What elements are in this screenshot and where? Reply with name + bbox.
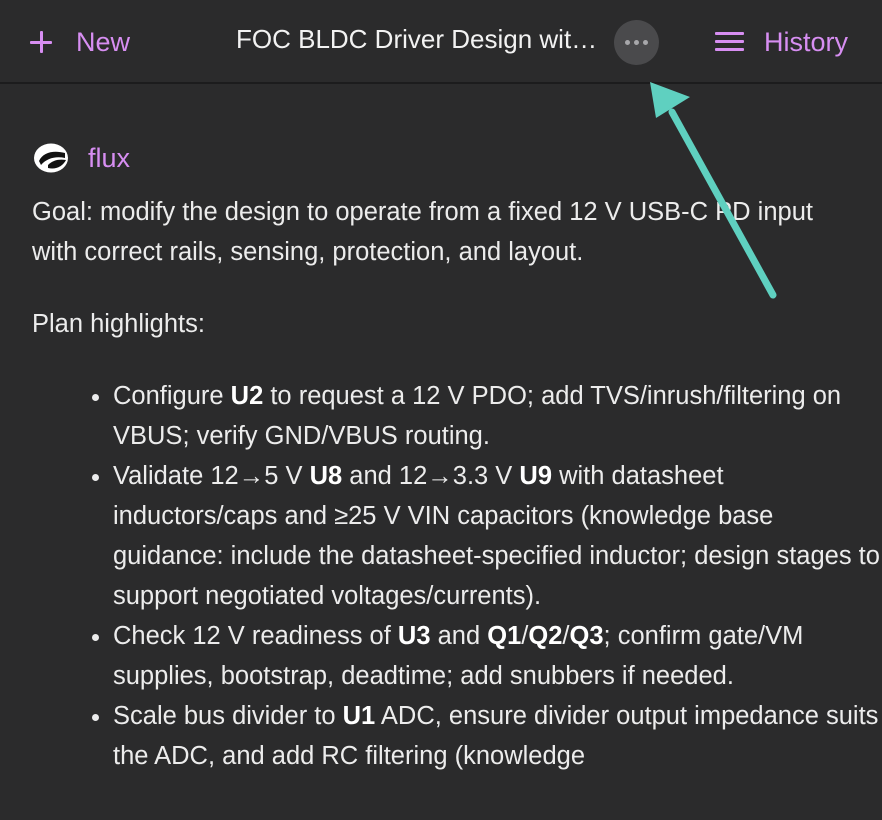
chat-title: FOC BLDC Driver Design with USB-C PD 12 … bbox=[236, 24, 604, 54]
history-button-label: History bbox=[764, 26, 849, 57]
highlight-text: Validate 12→5 V bbox=[113, 462, 310, 490]
component-reference: U9 bbox=[519, 462, 553, 490]
message-author: flux bbox=[32, 141, 130, 175]
flux-logo-icon bbox=[34, 143, 68, 173]
plus-icon bbox=[28, 29, 54, 55]
history-button[interactable]: History bbox=[715, 22, 848, 62]
plan-heading: Plan highlights: bbox=[32, 310, 205, 338]
new-button-label: New bbox=[76, 26, 131, 57]
highlight-text: Configure bbox=[113, 382, 231, 410]
plan-highlights-list: Configure U2 to request a 12 V PDO; add … bbox=[80, 376, 882, 776]
plan-highlight-item: Check 12 V readiness of U3 and Q1/Q2/Q3;… bbox=[113, 616, 882, 696]
highlight-text: Check 12 V readiness of bbox=[113, 622, 398, 650]
component-reference: Q3 bbox=[569, 622, 604, 650]
goal-paragraph: Goal: modify the design to operate from … bbox=[32, 198, 813, 266]
component-reference: Q1 bbox=[487, 622, 522, 650]
hamburger-menu-icon bbox=[715, 31, 744, 53]
chat-message-area: flux Goal: modify the design to operate … bbox=[0, 86, 882, 820]
ellipsis-icon bbox=[625, 40, 630, 45]
component-reference: U8 bbox=[309, 462, 343, 490]
highlight-text: Scale bus divider to bbox=[113, 702, 343, 730]
component-reference: U2 bbox=[230, 382, 264, 410]
more-options-button[interactable] bbox=[614, 20, 659, 65]
component-reference: Q2 bbox=[528, 622, 563, 650]
component-reference: U3 bbox=[397, 622, 431, 650]
highlight-text: and bbox=[430, 622, 488, 650]
plan-highlight-item: Configure U2 to request a 12 V PDO; add … bbox=[113, 376, 882, 456]
top-bar: New FOC BLDC Driver Design with USB-C PD… bbox=[0, 0, 882, 84]
highlight-text: and 12→3.3 V bbox=[342, 462, 520, 490]
plan-highlight-item: Scale bus divider to U1 ADC, ensure divi… bbox=[113, 696, 882, 776]
component-reference: U1 bbox=[342, 702, 376, 730]
plan-highlight-item: Validate 12→5 V U8 and 12→3.3 V U9 with … bbox=[113, 456, 882, 616]
highlight-text: / bbox=[562, 622, 570, 650]
new-chat-button[interactable]: New bbox=[28, 22, 130, 62]
author-name: flux bbox=[88, 142, 131, 173]
